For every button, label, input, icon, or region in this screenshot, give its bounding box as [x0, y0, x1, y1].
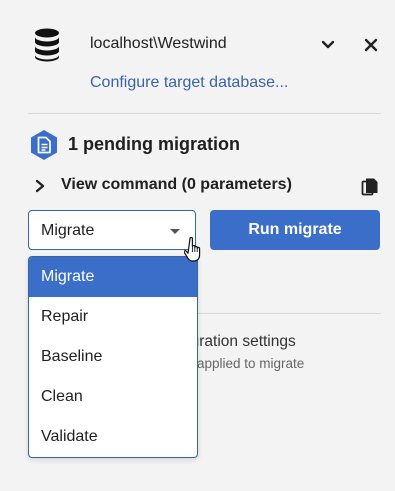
run-migrate-button[interactable]: Run migrate [210, 210, 380, 250]
copy-icon[interactable] [361, 177, 379, 197]
command-select-value: Migrate [41, 222, 95, 239]
chevron-right-icon[interactable] [32, 178, 48, 194]
view-command-toggle[interactable]: View command (0 parameters) [61, 176, 292, 194]
menu-item-repair[interactable]: Repair [29, 297, 197, 337]
menu-item-baseline[interactable]: Baseline [29, 337, 197, 377]
pending-migrations-title: 1 pending migration [68, 134, 241, 154]
menu-item-migrate[interactable]: Migrate [29, 257, 197, 297]
menu-item-clean[interactable]: Clean [29, 377, 197, 417]
caret-down-icon [170, 229, 180, 234]
command-dropdown-menu: Migrate Repair Baseline Clean Validate [28, 256, 198, 458]
command-select[interactable]: Migrate [28, 210, 196, 250]
close-icon[interactable] [362, 36, 380, 54]
settings-title: guration settings [182, 333, 296, 350]
hand-pointer-cursor-icon [184, 236, 201, 262]
divider [28, 113, 381, 114]
database-icon [35, 28, 59, 62]
chevron-down-icon[interactable] [319, 36, 337, 54]
connection-name: localhost\Westwind [90, 35, 227, 52]
menu-item-validate[interactable]: Validate [29, 417, 197, 457]
migration-script-icon [31, 130, 57, 160]
configure-target-database-link[interactable]: Configure target database... [90, 74, 288, 92]
settings-subtitle: applied to migrate [197, 356, 305, 371]
